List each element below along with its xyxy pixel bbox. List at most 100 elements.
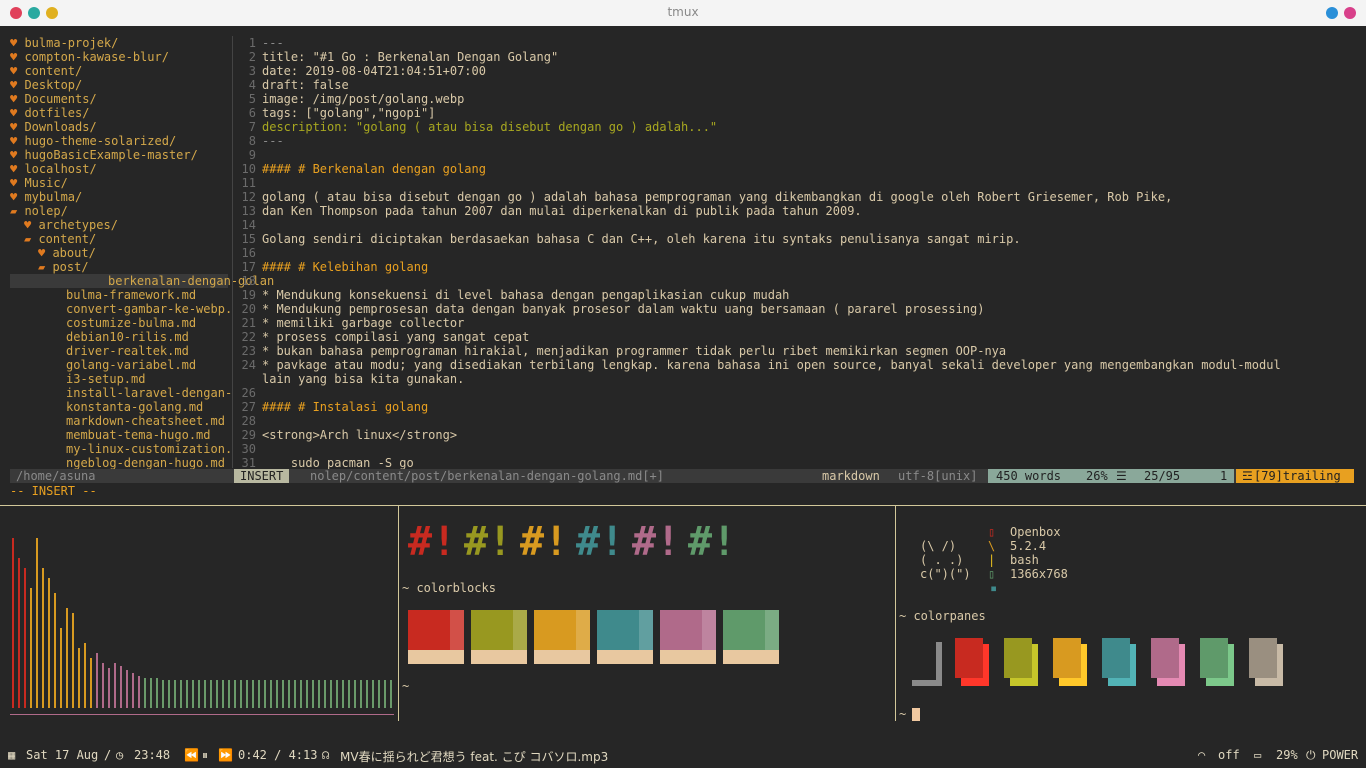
line-number: 28	[241, 414, 256, 428]
line-number: 29	[241, 428, 256, 442]
visualizer-bar	[384, 680, 386, 708]
color-swatch-base	[597, 650, 653, 664]
tree-item[interactable]: ♥ Desktop/	[10, 78, 82, 92]
code-line: description: "golang ( atau bisa disebut…	[262, 120, 718, 134]
visualizer-bar	[336, 680, 338, 708]
tree-item[interactable]: convert-gambar-ke-webp.	[66, 302, 232, 316]
line-number: 17	[241, 260, 256, 274]
file-path: nolep/content/post/berkenalan-dengan-gol…	[310, 469, 665, 483]
tree-item[interactable]: ♥ dotfiles/	[10, 106, 89, 120]
colorblocks-prompt: ~ colorblocks	[402, 581, 496, 595]
visualizer-bar	[78, 648, 80, 708]
tree-item[interactable]: ♥ about/	[38, 246, 96, 260]
line-number: 6	[248, 106, 256, 120]
tree-item[interactable]: berkenalan-dengan-golan	[10, 274, 274, 288]
terminal: ♥ bulma-projek/♥ compton-kawase-blur/♥ c…	[0, 26, 1366, 742]
tree-item-label: Desktop/	[24, 78, 83, 92]
code-line: Golang sendiri diciptakan berdasaekan ba…	[262, 232, 1021, 246]
tree-item-label: nolep/	[24, 204, 68, 218]
visualizer-bar	[216, 680, 218, 708]
battery-icon: ▭	[1254, 748, 1262, 762]
visualizer-bar	[210, 680, 212, 708]
visualizer-bar	[144, 678, 146, 708]
tree-item[interactable]: ▰ post/	[38, 260, 89, 274]
colorpanes-prompt: ~ colorpanes	[899, 609, 986, 623]
code-line: ---	[262, 36, 284, 50]
fetch-ascii-face: ( . .)	[920, 553, 964, 567]
tree-item[interactable]: konstanta-golang.md	[66, 400, 203, 414]
code-line: * Mendukung konsekuensi di level bahasa …	[262, 288, 790, 302]
visualizer-bar	[366, 680, 368, 708]
tree-item[interactable]: ♥ Downloads/	[10, 120, 97, 134]
tree-item[interactable]: ♥ compton-kawase-blur/	[10, 50, 169, 64]
tree-item[interactable]: ♥ hugoBasicExample-master/	[10, 148, 198, 162]
resolution-icon: ▯	[988, 567, 996, 581]
next-track-icon[interactable]: ⏩	[218, 748, 233, 762]
tree-item[interactable]: i3-setup.md	[66, 372, 145, 386]
visualizer-bar	[348, 680, 350, 708]
code-line: image: /img/post/golang.webp	[262, 92, 465, 106]
tree-item[interactable]: ♥ localhost/	[10, 162, 97, 176]
code-line: * bukan bahasa pemprograman hirakial, me…	[262, 344, 1007, 358]
tree-item[interactable]: ♥ mybulma/	[10, 190, 82, 204]
code-line: * Mendukung pemprosesan data dengan bany…	[262, 302, 985, 316]
colorpane-front	[955, 638, 983, 678]
tree-item[interactable]: costumize-bulma.md	[66, 316, 196, 330]
code-line: <strong>Arch linux</strong>	[262, 428, 458, 442]
pause-icon[interactable]: ⏸	[202, 748, 208, 763]
shell-icon: |	[988, 553, 996, 567]
line-number: 19	[241, 288, 256, 302]
line-number: 26	[241, 386, 256, 400]
tree-item[interactable]: membuat-tema-hugo.md	[66, 428, 211, 442]
tree-item[interactable]: bulma-framework.md	[66, 288, 196, 302]
tree-item-label: driver-realtek.md	[66, 344, 189, 358]
line-number: 18	[241, 274, 256, 288]
tree-item[interactable]: debian10-rilis.md	[66, 330, 189, 344]
heart-icon: ♥	[10, 106, 25, 120]
color-swatch-highlight	[639, 610, 653, 650]
tree-item[interactable]: driver-realtek.md	[66, 344, 189, 358]
visualizer-bar	[276, 680, 278, 708]
visualizer-bar	[270, 680, 272, 708]
tree-item-label: content/	[38, 232, 97, 246]
colorblock-hash: #!	[408, 519, 457, 565]
code-line: dan Ken Thompson pada tahun 2007 dan mul…	[262, 204, 862, 218]
color-swatch-base	[408, 650, 464, 664]
tree-item[interactable]: golang-variabel.md	[66, 358, 196, 372]
tree-item[interactable]: ♥ archetypes/	[24, 218, 118, 232]
tree-item[interactable]: ♥ Music/	[10, 176, 68, 190]
tree-item[interactable]: ▰ content/	[24, 232, 96, 246]
tree-item-label: bulma-framework.md	[66, 288, 197, 302]
version-icon: \	[988, 539, 996, 553]
previous-track-icon[interactable]: ⏪	[184, 748, 199, 762]
heart-icon: ♥	[10, 64, 25, 78]
window-control-pink[interactable]	[1344, 7, 1356, 19]
tree-item[interactable]: ♥ bulma-projek/	[10, 36, 118, 50]
fetch-version: 5.2.4	[1010, 539, 1047, 553]
tree-item[interactable]: ♥ content/	[10, 64, 82, 78]
fetch-ascii-paws: c(")(")	[920, 567, 971, 581]
line-number: 15	[241, 232, 256, 246]
window-control-blue[interactable]	[1326, 7, 1338, 19]
extra-icon: ▪	[990, 581, 998, 595]
heart-icon: ♥	[10, 36, 25, 50]
tree-item[interactable]: ▰ nolep/	[10, 204, 68, 218]
folder-open-icon: ▰	[38, 260, 53, 274]
line-number	[238, 372, 256, 386]
wm-icon: ▯	[988, 525, 996, 539]
vim-statusline: /home/asuna INSERT nolep/content/post/be…	[10, 469, 1354, 483]
line-number: 8	[248, 134, 256, 148]
track-title: MV春に揺られど君想う feat. こぴ コバソロ.mp3	[340, 750, 609, 764]
tree-item[interactable]: install-laravel-dengan-	[66, 386, 232, 400]
tree-item[interactable]: ngeblog-dengan-hugo.md	[66, 456, 225, 470]
tree-item[interactable]: my-linux-customization.	[66, 442, 232, 456]
visualizer-bar	[132, 673, 134, 708]
tree-item[interactable]: ♥ Documents/	[10, 92, 97, 106]
tree-item[interactable]: ♥ hugo-theme-solarized/	[10, 134, 176, 148]
visualizer-bar	[228, 680, 230, 708]
mode-badge: INSERT	[234, 469, 290, 483]
pane-border-right	[895, 505, 896, 721]
line-number: 12	[241, 190, 256, 204]
tree-item[interactable]: markdown-cheatsheet.md	[66, 414, 225, 428]
visualizer-bar	[372, 680, 374, 708]
